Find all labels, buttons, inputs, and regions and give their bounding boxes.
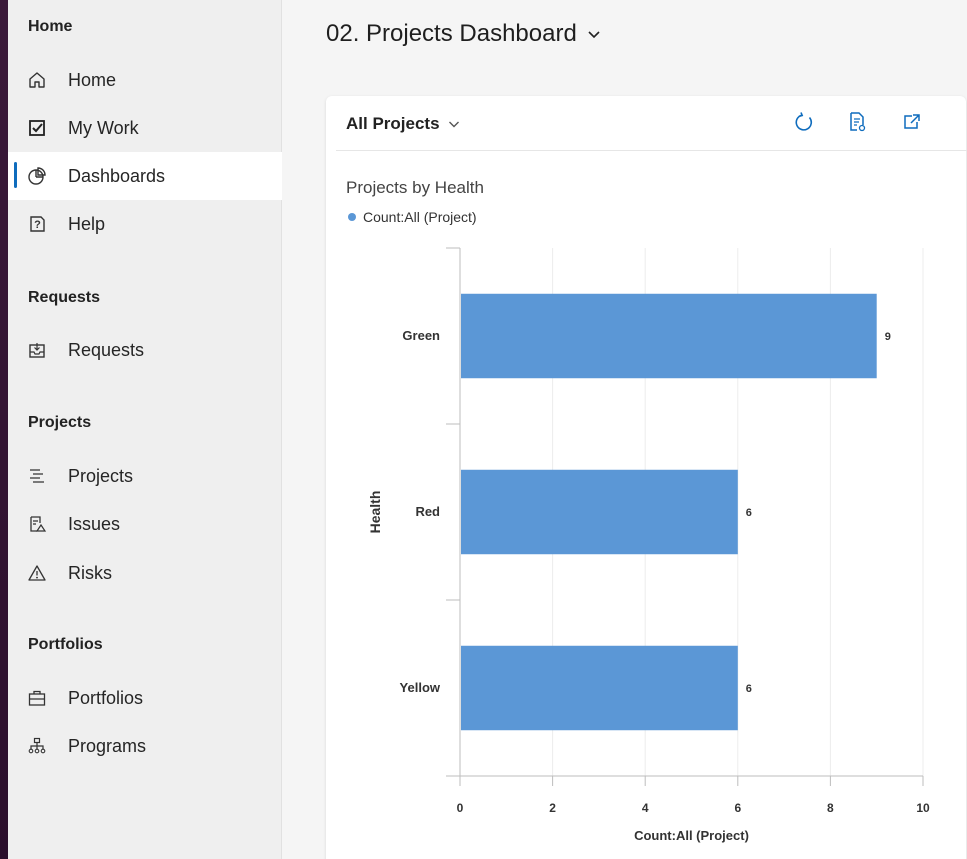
sidebar-item-label: Programs [68, 735, 147, 756]
dashboard-selector[interactable]: 02. Projects Dashboard [326, 20, 601, 48]
sidebar-item-label: Issues [68, 513, 121, 534]
sidebar-item-dashboards[interactable]: Dashboards [8, 152, 282, 200]
main-content: 02. Projects Dashboard All Projects Proj… [282, 0, 967, 859]
category-label: Red [415, 504, 440, 519]
y-axis-title: Health [367, 491, 383, 534]
checkbox-icon [26, 117, 48, 139]
sidebar-item-label: Home [68, 69, 117, 90]
sidebar-item-label: Risks [68, 562, 112, 583]
sidebar-item-portfolios[interactable]: Portfolios [8, 674, 282, 722]
sidebar-item-label: Portfolios [68, 687, 144, 708]
bar-red [461, 469, 738, 555]
sidebar-item-label: Requests [68, 339, 145, 360]
sidebar-item-my-work[interactable]: My Work [8, 104, 282, 152]
data-label: 9 [885, 331, 891, 343]
issues-icon [26, 513, 48, 535]
section-title-portfolios: Portfolios [28, 636, 103, 653]
warning-icon [26, 562, 48, 584]
org-chart-icon [26, 735, 48, 757]
x-tick-label: 0 [457, 801, 464, 815]
sidebar-item-risks[interactable]: Risks [8, 549, 282, 597]
inbox-icon [26, 339, 48, 361]
briefcase-icon [26, 687, 48, 709]
chevron-down-icon [587, 29, 601, 39]
bar-green [461, 293, 877, 379]
section-title-home: Home [28, 18, 73, 35]
section-title-requests: Requests [28, 289, 101, 306]
chart-plot: 0 2 4 6 8 10 Green 9 Red 6 Yellow 6 Count:All (Proje… [367, 247, 930, 843]
x-tick-label: 2 [549, 801, 556, 815]
chart-card: All Projects Projects by Health Count:Al… [326, 96, 967, 859]
sidebar-item-programs[interactable]: Programs [8, 722, 282, 770]
sidebar-item-label: Help [68, 213, 106, 234]
bar-yellow [461, 645, 738, 731]
home-icon [26, 69, 48, 91]
sidebar-item-projects[interactable]: Projects [8, 452, 282, 500]
x-tick-label: 4 [642, 801, 649, 815]
sidebar-item-requests[interactable]: Requests [8, 326, 282, 374]
sidebar-item-issues[interactable]: Issues [8, 500, 282, 548]
task-list-icon [26, 465, 48, 487]
section-title-projects: Projects [28, 414, 92, 431]
sidebar-item-label: Projects [68, 465, 134, 486]
category-label: Green [402, 328, 440, 343]
sidebar-item-label: Dashboards [68, 165, 166, 186]
pie-chart-icon [26, 165, 48, 187]
help-icon: ? [26, 213, 48, 235]
x-tick-label: 10 [916, 801, 930, 815]
data-label: 6 [746, 683, 752, 695]
x-tick-label: 8 [827, 801, 834, 815]
page-title: 02. Projects Dashboard [326, 20, 577, 47]
category-label: Yellow [400, 680, 441, 695]
app-window: Home Home My Work Dashboards ? Help Requ… [8, 0, 967, 859]
svg-text:?: ? [34, 219, 41, 231]
sidebar: Home Home My Work Dashboards ? Help Requ… [8, 0, 282, 859]
sidebar-item-label: My Work [68, 117, 139, 138]
x-axis-title: Count:All (Project) [634, 828, 749, 843]
data-label: 6 [746, 507, 752, 519]
sidebar-item-help[interactable]: ? Help [8, 200, 282, 248]
x-tick-label: 6 [734, 801, 741, 815]
sidebar-item-home[interactable]: Home [8, 56, 282, 104]
